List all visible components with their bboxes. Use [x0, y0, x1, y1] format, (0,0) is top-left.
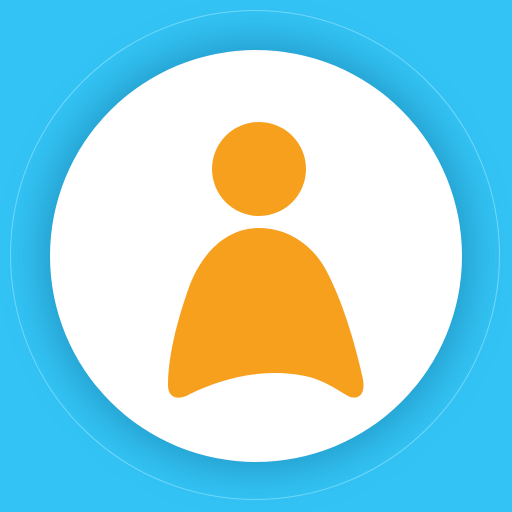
person-icon	[168, 122, 364, 398]
app-icon[interactable]	[0, 0, 512, 512]
person-body	[168, 228, 364, 398]
person-head	[212, 122, 306, 216]
